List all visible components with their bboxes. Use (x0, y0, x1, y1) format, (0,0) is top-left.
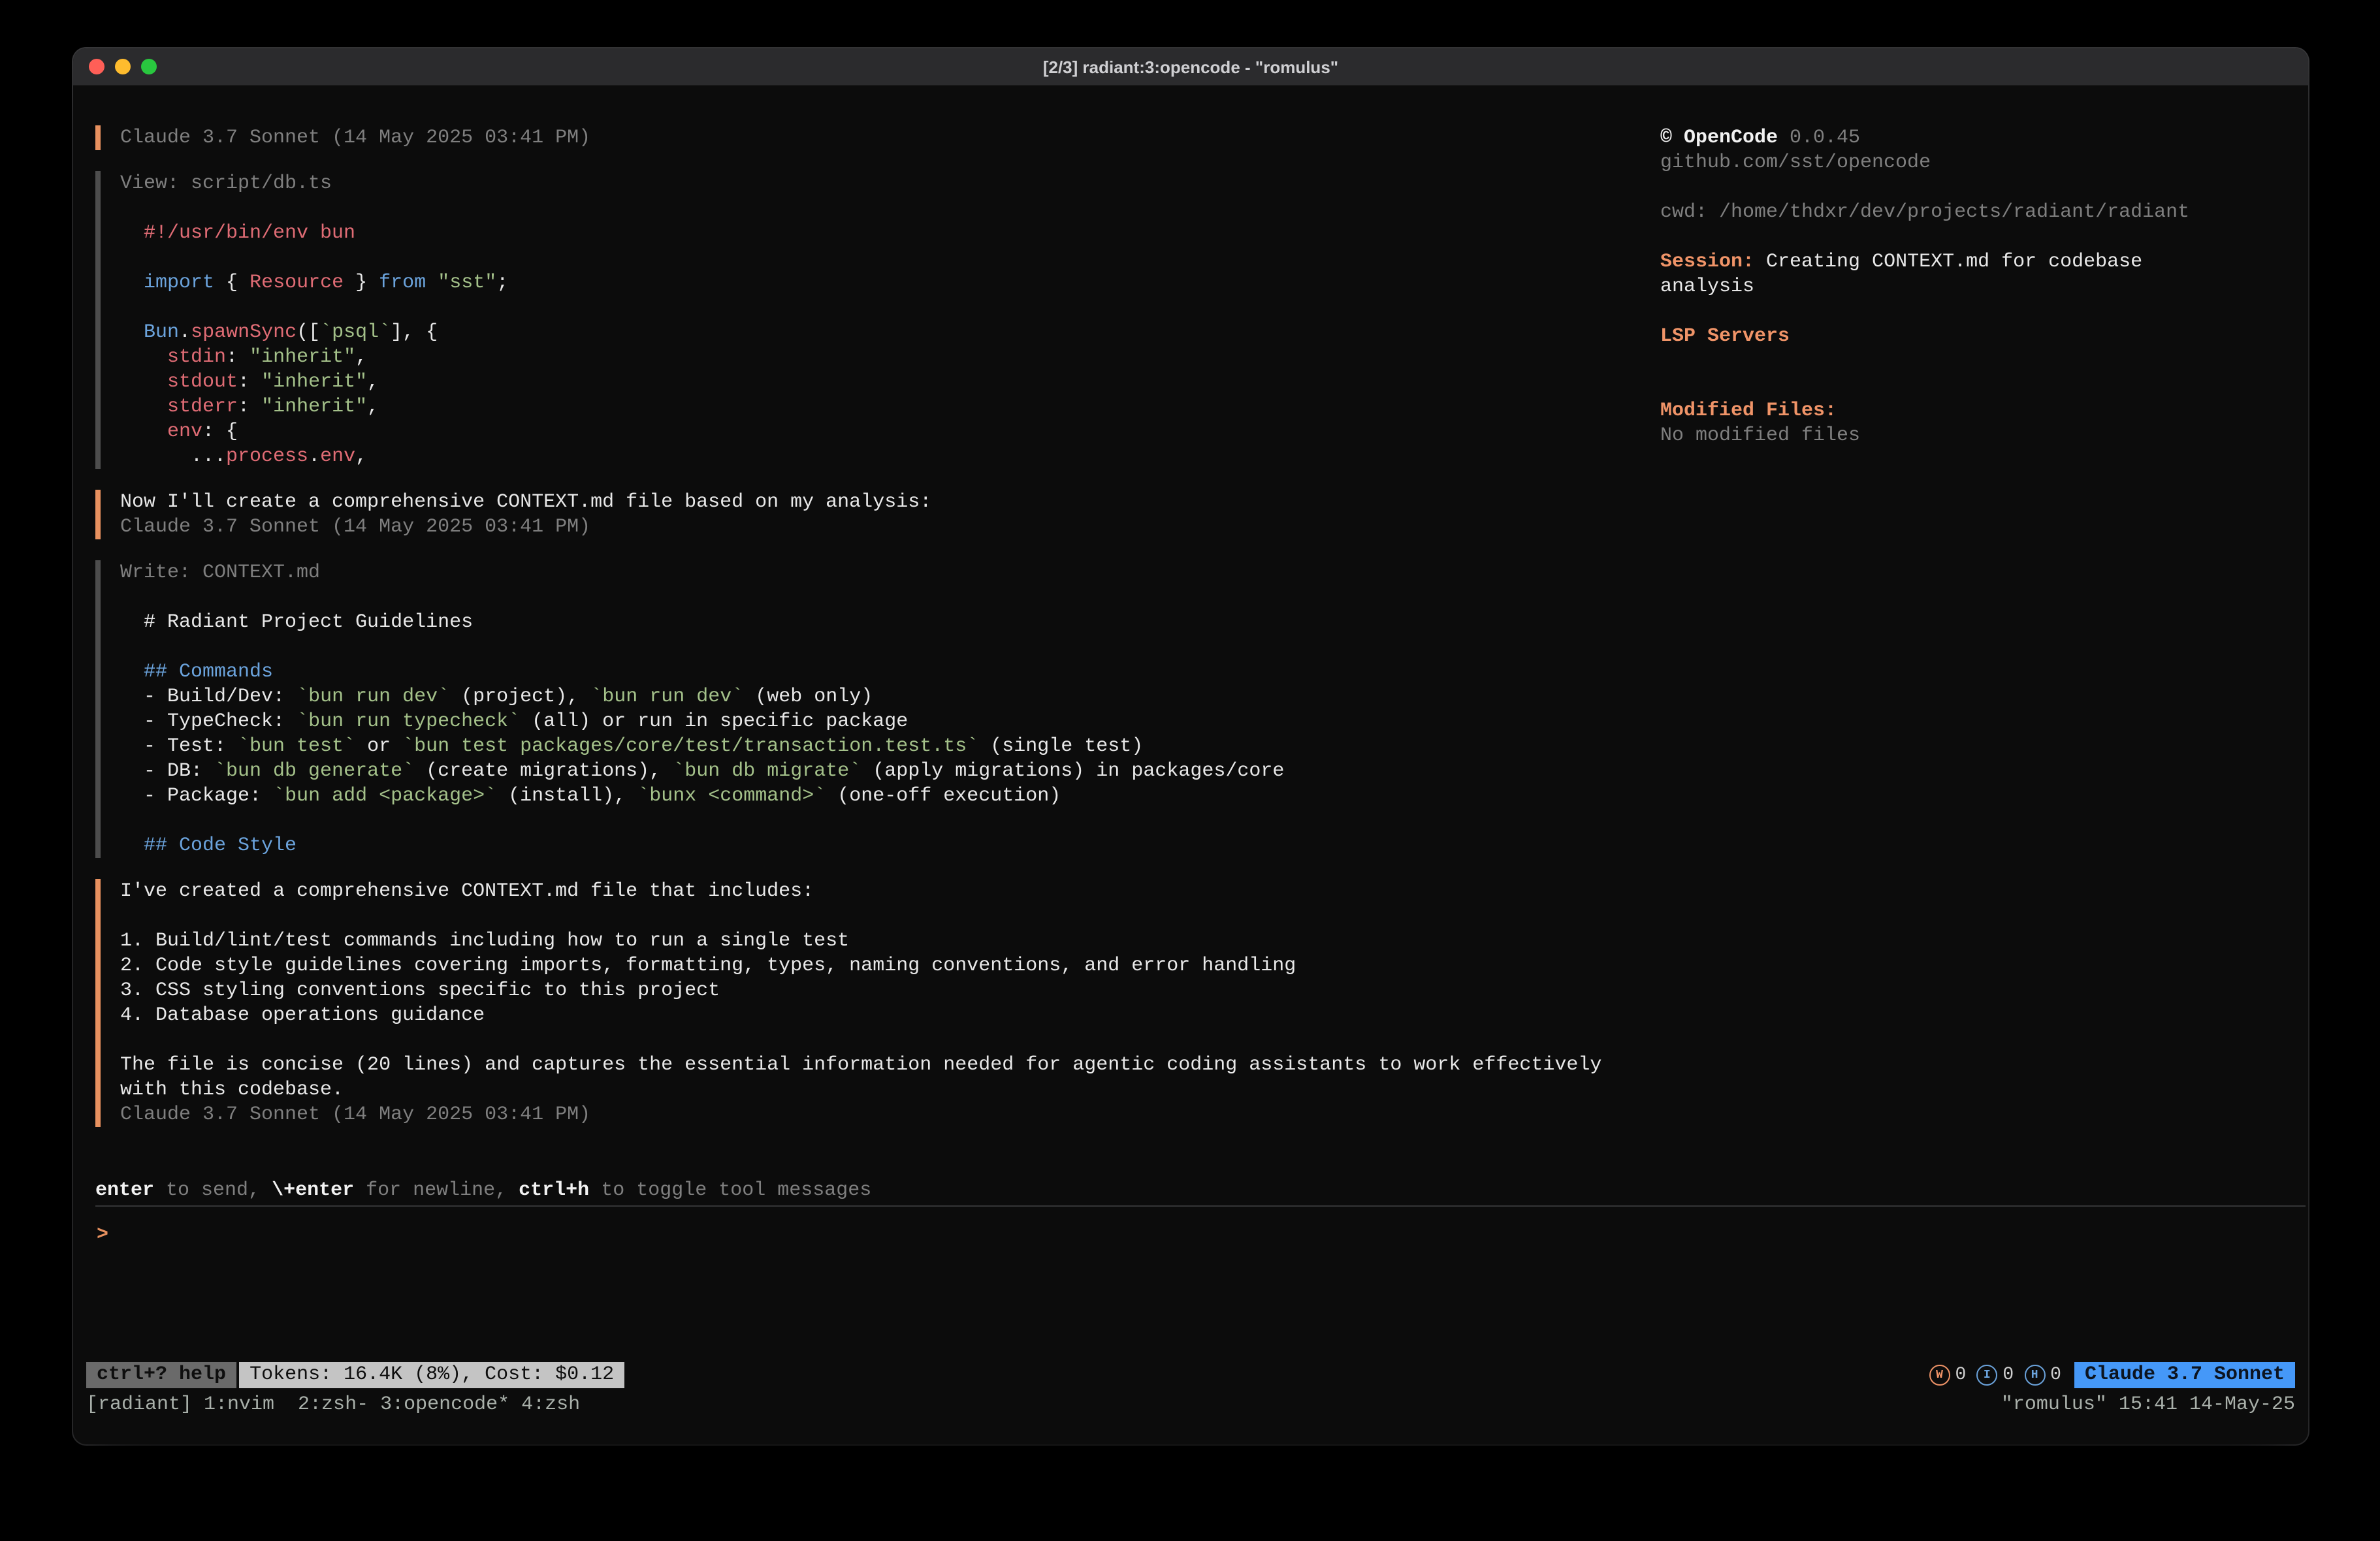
text-line: Claude 3.7 Sonnet (14 May 2025 03:41 PM) (120, 1102, 1660, 1127)
text-line: 4. Database operations guidance (120, 1003, 1660, 1028)
close-button[interactable] (89, 59, 105, 74)
text-line: with this codebase. (120, 1077, 1660, 1102)
zoom-button[interactable] (141, 59, 157, 74)
text-line: stdout: "inherit", (120, 370, 1660, 394)
message-block: Now I'll create a comprehensive CONTEXT.… (95, 490, 1660, 539)
text-line: ...process.env, (120, 444, 1660, 469)
text-line: env: { (120, 419, 1660, 444)
text-line: - Build/Dev: `bun run dev` (project), `b… (120, 684, 1660, 709)
text-line (1660, 373, 2282, 398)
text-line (120, 904, 1660, 929)
text-line: 1. Build/lint/test commands including ho… (120, 929, 1660, 953)
text-line: LSP Servers (1660, 324, 2282, 349)
text-line: - Test: `bun test` or `bun test packages… (120, 734, 1660, 759)
text-line: No modified files (1660, 423, 2282, 448)
warning-count-badge: W0 (1929, 1365, 1967, 1386)
text-line: © OpenCode 0.0.45 (1660, 125, 2282, 150)
message-block: Claude 3.7 Sonnet (14 May 2025 03:41 PM) (95, 125, 1660, 150)
traffic-lights (89, 59, 157, 74)
text-line (120, 635, 1660, 659)
hint-count-badge: H0 (2024, 1365, 2061, 1386)
text-line (1660, 175, 2282, 200)
text-line: import { Resource } from "sst"; (120, 270, 1660, 295)
text-line (1660, 349, 2282, 373)
warning-count: 0 (1955, 1365, 1967, 1386)
info-count: 0 (2002, 1365, 2014, 1386)
text-line (120, 196, 1660, 221)
desktop: [2/3] radiant:3:opencode - "romulus" Cla… (0, 0, 2380, 1541)
text-line: I've created a comprehensive CONTEXT.md … (120, 879, 1660, 904)
message-block: I've created a comprehensive CONTEXT.md … (95, 879, 1660, 1127)
text-line: Claude 3.7 Sonnet (14 May 2025 03:41 PM) (120, 125, 1660, 150)
text-line: View: script/db.ts (120, 171, 1660, 196)
text-line: enter to send, \+enter for newline, ctrl… (95, 1177, 871, 1205)
terminal-content: Claude 3.7 Sonnet (14 May 2025 03:41 PM)… (73, 86, 2308, 1444)
model-chip[interactable]: Claude 3.7 Sonnet (2074, 1362, 2295, 1388)
text-line (120, 1028, 1660, 1053)
text-line: Now I'll create a comprehensive CONTEXT.… (120, 490, 1660, 515)
tmux-status-bar: [radiant] 1:nvim 2:zsh- 3:opencode* 4:zs… (73, 1390, 2308, 1418)
text-line: Bun.spawnSync([`psql`], { (120, 320, 1660, 345)
text-line: ## Commands (120, 659, 1660, 684)
text-line: Claude 3.7 Sonnet (14 May 2025 03:41 PM) (120, 515, 1660, 539)
info-count-icon: I (1976, 1365, 1997, 1386)
sidebar: © OpenCode 0.0.45github.com/sst/opencode… (1660, 125, 2308, 1177)
terminal-window: [2/3] radiant:3:opencode - "romulus" Cla… (73, 48, 2308, 1444)
text-line: stdin: "inherit", (120, 345, 1660, 370)
text-line (120, 585, 1660, 610)
text-line: Modified Files: (1660, 398, 2282, 423)
minimize-button[interactable] (115, 59, 131, 74)
text-line: - DB: `bun db generate` (create migratio… (120, 759, 1660, 784)
info-count-badge: I0 (1976, 1365, 2014, 1386)
text-line: Session: Creating CONTEXT.md for codebas… (1660, 249, 2282, 274)
text-line (120, 808, 1660, 833)
text-line (120, 246, 1660, 270)
text-line: Write: CONTEXT.md (120, 560, 1660, 585)
warning-count-icon: W (1929, 1365, 1950, 1386)
chat-area: Claude 3.7 Sonnet (14 May 2025 03:41 PM)… (73, 125, 1660, 1177)
text-line: analysis (1660, 274, 2282, 299)
main-row: Claude 3.7 Sonnet (14 May 2025 03:41 PM)… (73, 86, 2308, 1177)
help-chip[interactable]: ctrl+? help (86, 1362, 236, 1388)
text-line: # Radiant Project Guidelines (120, 610, 1660, 635)
text-line: - TypeCheck: `bun run typecheck` (all) o… (120, 709, 1660, 734)
hint-count: 0 (2050, 1365, 2061, 1386)
prompt-input[interactable]: > (73, 1207, 2308, 1361)
keybind-hints: enter to send, \+enter for newline, ctrl… (73, 1177, 2308, 1205)
text-line: - Package: `bun add <package>` (install)… (120, 784, 1660, 808)
hint-count-icon: H (2024, 1365, 2045, 1386)
text-line: stderr: "inherit", (120, 394, 1660, 419)
text-line (1660, 225, 2282, 249)
text-line: 2. Code style guidelines covering import… (120, 953, 1660, 978)
titlebar: [2/3] radiant:3:opencode - "romulus" (73, 48, 2308, 86)
tool-block-write: Write: CONTEXT.md # Radiant Project Guid… (95, 560, 1660, 858)
text-line: #!/usr/bin/env bun (120, 221, 1660, 246)
tool-block-view: View: script/db.ts #!/usr/bin/env bun im… (95, 171, 1660, 469)
text-line: github.com/sst/opencode (1660, 150, 2282, 175)
text-line: The file is concise (20 lines) and captu… (120, 1053, 1660, 1077)
text-line: 3. CSS styling conventions specific to t… (120, 978, 1660, 1003)
window-title: [2/3] radiant:3:opencode - "romulus" (1043, 57, 1338, 76)
diagnostics: W0I0H0 (1919, 1365, 2061, 1386)
text-line (1660, 299, 2282, 324)
tokens-cost-chip: Tokens: 16.4K (8%), Cost: $0.12 (239, 1362, 624, 1388)
tmux-windows[interactable]: [radiant] 1:nvim 2:zsh- 3:opencode* 4:zs… (86, 1393, 580, 1415)
text-line (120, 295, 1660, 320)
tmux-host-time: "romulus" 15:41 14-May-25 (2001, 1393, 2295, 1415)
prompt-caret: > (97, 1224, 108, 1246)
status-bar: ctrl+? help Tokens: 16.4K (8%), Cost: $0… (73, 1361, 2308, 1390)
text-line: ## Code Style (120, 833, 1660, 858)
text-line: cwd: /home/thdxr/dev/projects/radiant/ra… (1660, 200, 2282, 225)
